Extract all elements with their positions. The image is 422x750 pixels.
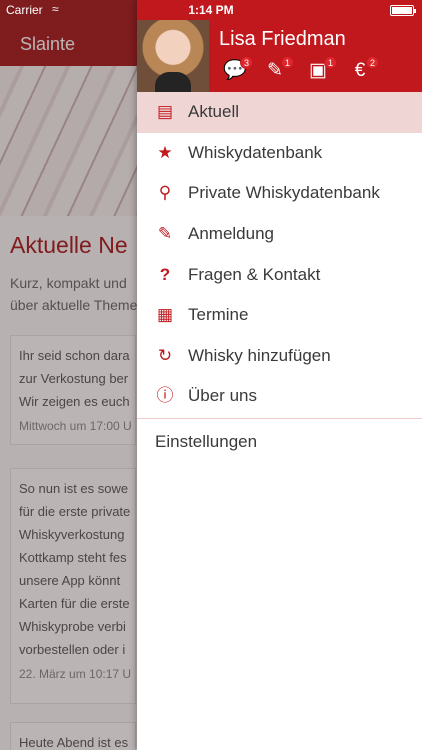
drawer-menu: ▤ Aktuell ★ Whiskydatenbank ⚲ Private Wh… <box>137 92 422 419</box>
documents-icon[interactable]: ▣ 1 <box>307 56 337 82</box>
avatar[interactable] <box>137 20 209 92</box>
refresh-icon: ↻ <box>157 345 173 365</box>
menu-item-label: Whiskydatenbank <box>188 142 323 162</box>
menu-item-label: Fragen & Kontakt <box>188 264 321 284</box>
calendar-icon: ▦ <box>156 305 174 325</box>
menu-item-termine[interactable]: ▦ Termine <box>137 295 422 336</box>
menu-item-whiskydatenbank[interactable]: ★ Whiskydatenbank <box>137 133 422 174</box>
menu-item-ueber-uns[interactable]: ⓘ Über uns <box>137 376 422 417</box>
menu-item-label: Whisky hinzufügen <box>188 345 331 365</box>
menu-item-label: Aktuell <box>188 102 240 122</box>
newspaper-icon: ▤ <box>156 102 174 122</box>
key-icon: ⚲ <box>158 183 172 203</box>
menu-item-aktuell[interactable]: ▤ Aktuell <box>137 92 422 133</box>
menu-item-whisky-hinzufuegen[interactable]: ↻ Whisky hinzufügen <box>137 336 422 377</box>
tasting-badge: 1 <box>281 56 294 69</box>
status-bar: Carrier ≈ 1:14 PM <box>0 0 422 20</box>
edit-icon: ✎ <box>157 224 173 244</box>
chat-badge: 3 <box>240 56 253 69</box>
star-icon: ★ <box>157 142 173 162</box>
question-icon: ? <box>159 264 171 284</box>
tasting-icon[interactable]: ✎ 1 <box>264 56 294 82</box>
documents-badge: 1 <box>324 56 337 69</box>
euro-badge: 2 <box>366 56 379 69</box>
menu-divider <box>137 417 422 419</box>
menu-item-label: Private Whiskydatenbank <box>188 183 380 203</box>
info-icon: ⓘ <box>156 386 174 406</box>
side-drawer: Lisa Friedman 💬 3 ✎ 1 ▣ 1 €2 ▤ Aktuell ★ Wh… <box>137 0 422 750</box>
menu-item-label: Termine <box>188 305 249 325</box>
menu-item-label: Über uns <box>188 386 257 406</box>
menu-item-label: Anmeldung <box>188 224 275 244</box>
chat-icon[interactable]: 💬 3 <box>223 56 253 82</box>
header-icon-row: 💬 3 ✎ 1 ▣ 1 €2 <box>223 56 383 84</box>
user-name: Lisa Friedman <box>219 28 346 50</box>
battery-icon <box>390 5 416 16</box>
menu-item-anmeldung[interactable]: ✎ Anmeldung <box>137 214 422 255</box>
euro-icon[interactable]: €2 <box>349 56 379 82</box>
menu-item-private-whiskydatenbank[interactable]: ⚲ Private Whiskydatenbank <box>137 173 422 214</box>
menu-item-fragen-kontakt[interactable]: ? Fragen & Kontakt <box>137 254 422 295</box>
settings-item[interactable]: Einstellungen <box>155 432 257 452</box>
status-time: 1:14 PM <box>188 3 234 17</box>
